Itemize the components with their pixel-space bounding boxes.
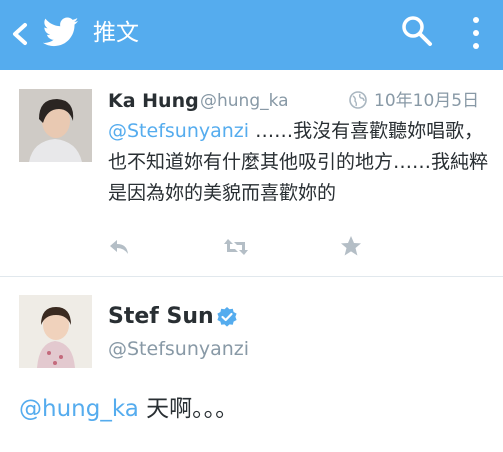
author-handle[interactable]: @Stefsunyanzi — [108, 336, 249, 362]
tweet-text: @Stefsunyanzi ……我沒有喜歡聽妳唱歌，也不知道妳有什麼其他吸引的地… — [108, 116, 493, 209]
more-vertical-icon[interactable] — [466, 14, 486, 52]
tweet-timestamp: 10年10月5日 — [374, 91, 480, 111]
chevron-left-icon[interactable] — [8, 18, 32, 50]
retweet-icon[interactable] — [223, 238, 249, 256]
twitter-bird-icon — [42, 17, 79, 47]
author-name[interactable]: Stef Sun — [108, 302, 214, 332]
tweet-body: 天啊。。。 — [138, 396, 239, 422]
globe-icon — [349, 91, 367, 109]
divider — [0, 276, 503, 277]
page-title: 推文 — [93, 20, 139, 46]
mention-link[interactable]: @hung_ka — [19, 396, 139, 422]
favorite-star-icon[interactable] — [340, 235, 362, 257]
avatar-photo — [19, 295, 92, 368]
avatar[interactable] — [19, 295, 92, 368]
mention-link[interactable]: @Stefsunyanzi — [108, 120, 249, 142]
author-handle[interactable]: @hung_ka — [200, 89, 289, 113]
author-name[interactable]: Ka Hung — [108, 88, 199, 114]
verified-badge-icon — [217, 307, 237, 327]
tweet-text: @hung_ka 天啊。。。 — [19, 392, 238, 426]
avatar[interactable] — [19, 89, 92, 162]
top-bar: 推文 — [0, 0, 503, 70]
search-icon[interactable] — [400, 14, 434, 48]
avatar-photo — [19, 89, 92, 162]
tweet-reply[interactable]: Ka Hung @hung_ka 10年10月5日 @Stefsunyanzi … — [0, 70, 503, 276]
reply-icon[interactable] — [108, 238, 130, 256]
